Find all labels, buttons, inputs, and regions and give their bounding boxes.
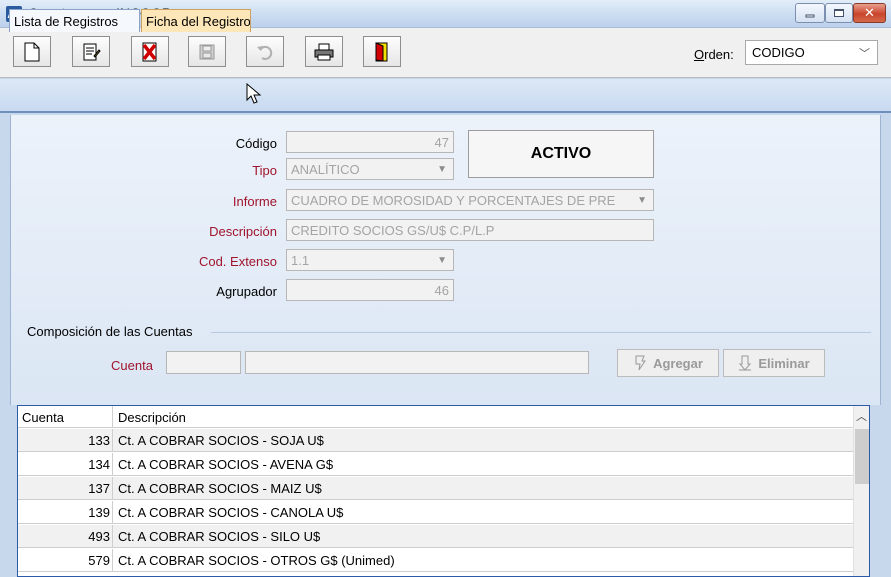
minimize-button[interactable] [795, 3, 825, 23]
toolbar: Orden: CODIGO ﹀ [0, 28, 891, 78]
row-descripcion: Ct. A COBRAR SOCIOS - MAIZ U$ [118, 481, 322, 496]
delete-hand-icon [739, 355, 752, 371]
row-descripcion: Ct. A COBRAR SOCIOS - CANOLA U$ [118, 505, 344, 520]
print-icon [314, 43, 334, 60]
edit-record-button[interactable] [72, 36, 110, 67]
informe-select[interactable]: CUADRO DE MOROSIDAD Y PORCENTAJES DE PRE… [286, 189, 654, 211]
codigo-label: Código [235, 136, 277, 151]
table-row[interactable]: 133 Ct. A COBRAR SOCIOS - SOJA U$ [18, 429, 853, 452]
close-button[interactable]: ✕ [853, 3, 886, 23]
row-descripcion: Ct. A COBRAR SOCIOS - SILO U$ [118, 529, 321, 544]
grid-header: Cuenta Descripción [18, 406, 853, 428]
eliminar-button[interactable]: Eliminar [723, 349, 825, 377]
mouse-cursor-icon [246, 83, 262, 104]
table-row[interactable]: 134 Ct. A COBRAR SOCIOS - AVENA G$ [18, 453, 853, 476]
cuenta-code-input[interactable] [166, 351, 241, 374]
minimize-icon [805, 14, 815, 18]
delete-icon [142, 42, 157, 61]
agregar-label: Agregar [653, 355, 703, 371]
exit-door-icon [375, 41, 388, 62]
informe-label: Informe [232, 194, 277, 209]
descripcion-field[interactable]: CREDITO SOCIOS GS/U$ C.P/L.P [286, 219, 654, 241]
edit-document-icon [83, 43, 101, 60]
row-cuenta: 493 [88, 529, 110, 544]
vertical-scrollbar[interactable]: ︿ [853, 406, 869, 576]
chevron-down-icon: ▼ [437, 164, 447, 175]
agrupador-field[interactable]: 46 [286, 279, 454, 301]
cod-extenso-select[interactable]: 1.1 ▼ [286, 249, 454, 271]
tipo-label: Tipo [252, 163, 277, 178]
new-record-button[interactable] [13, 36, 51, 67]
row-cuenta: 139 [88, 505, 110, 520]
tipo-select[interactable]: ANALÍTICO ▼ [286, 158, 454, 180]
row-cuenta: 134 [88, 457, 110, 472]
column-header-descripcion[interactable]: Descripción [118, 410, 186, 425]
agrupador-label: Agrupador [216, 284, 277, 299]
row-cuenta: 137 [88, 481, 110, 496]
maximize-icon [834, 9, 844, 17]
orden-label: Orden: [694, 47, 734, 62]
codigo-field[interactable]: 47 [286, 131, 454, 153]
maximize-button[interactable] [825, 3, 853, 23]
undo-icon [257, 45, 273, 60]
table-row[interactable]: 493 Ct. A COBRAR SOCIOS - SILO U$ [18, 525, 853, 548]
table-row[interactable]: 579 Ct. A COBRAR SOCIOS - OTROS G$ (Unim… [18, 549, 853, 572]
cuenta-description-input[interactable] [245, 351, 589, 374]
agregar-button[interactable]: Agregar [617, 349, 719, 377]
cuenta-label: Cuenta [111, 358, 153, 373]
row-cuenta: 579 [88, 553, 110, 568]
scroll-up-icon[interactable]: ︿ [856, 408, 867, 424]
row-cuenta: 133 [88, 433, 110, 448]
delete-record-button[interactable] [131, 36, 169, 67]
informe-select-value: CUADRO DE MOROSIDAD Y PORCENTAJES DE PRE [291, 193, 616, 208]
cod-extenso-select-value: 1.1 [291, 253, 310, 268]
accounts-grid[interactable]: Cuenta Descripción 133 Ct. A COBRAR SOCI… [17, 405, 870, 577]
descripcion-label: Descripción [209, 224, 277, 239]
undo-button[interactable] [246, 36, 284, 67]
scrollbar-thumb[interactable] [855, 429, 869, 484]
tipo-select-value: ANALÍTICO [291, 162, 360, 177]
row-descripcion: Ct. A COBRAR SOCIOS - SOJA U$ [118, 433, 324, 448]
chevron-down-icon: ▼ [437, 255, 447, 266]
cod-extenso-label: Cod. Extenso [198, 254, 277, 269]
exit-button[interactable] [363, 36, 401, 67]
row-descripcion: Ct. A COBRAR SOCIOS - AVENA G$ [118, 457, 334, 472]
column-header-cuenta[interactable]: Cuenta [22, 410, 64, 425]
status-badge: ACTIVO [468, 130, 654, 178]
chevron-down-icon: ▼ [637, 195, 647, 206]
new-document-icon [24, 42, 40, 61]
tab-strip [0, 79, 891, 113]
save-record-button[interactable] [188, 36, 226, 67]
table-row[interactable]: 137 Ct. A COBRAR SOCIOS - MAIZ U$ [18, 477, 853, 500]
orden-select[interactable]: CODIGO ﹀ [745, 40, 878, 65]
chevron-down-icon: ﹀ [859, 48, 870, 60]
tab-lista-de-registros[interactable]: Lista de Registros [9, 9, 140, 32]
add-hand-icon [635, 355, 646, 371]
table-row[interactable]: 139 Ct. A COBRAR SOCIOS - CANOLA U$ [18, 501, 853, 524]
close-icon: ✕ [864, 5, 875, 20]
print-button[interactable] [305, 36, 343, 67]
orden-select-value: CODIGO [752, 45, 805, 60]
composicion-group-title: Composición de las Cuentas [27, 324, 193, 339]
tab-ficha-del-registro[interactable]: Ficha del Registro [141, 9, 251, 32]
group-divider [211, 332, 871, 333]
record-form-panel: Código 47 Tipo ANALÍTICO ▼ ACTIVO Inform… [10, 115, 881, 405]
eliminar-label: Eliminar [758, 355, 810, 371]
row-descripcion: Ct. A COBRAR SOCIOS - OTROS G$ (Unimed) [118, 553, 395, 568]
save-icon [199, 44, 215, 59]
